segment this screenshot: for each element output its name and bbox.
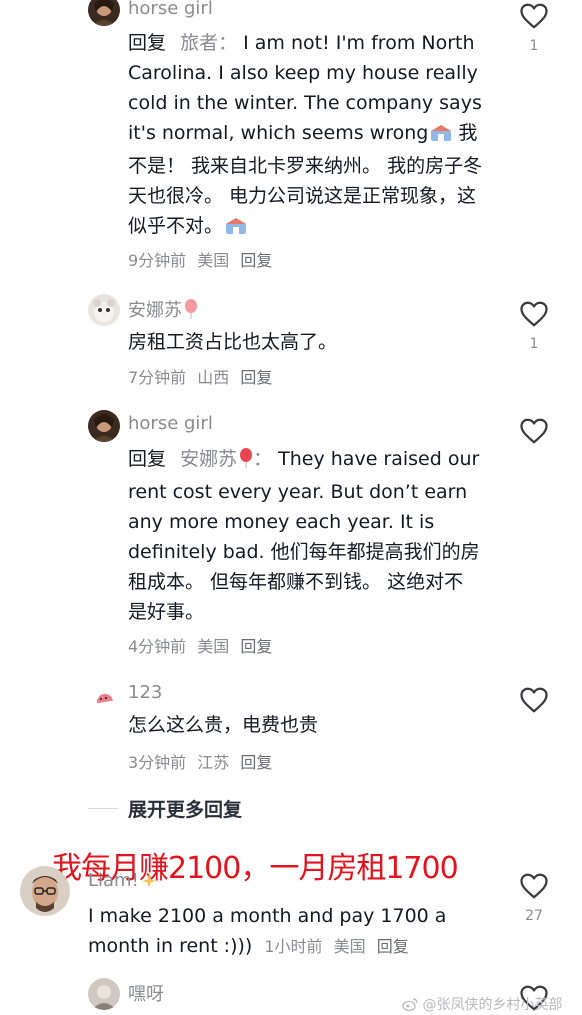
like-button[interactable]	[519, 417, 549, 445]
like-button[interactable]: 27	[519, 872, 549, 924]
divider	[88, 808, 118, 809]
comment-time: 1小时前	[264, 937, 323, 956]
comment-username[interactable]: horse girl	[128, 413, 213, 434]
avatar[interactable]	[88, 978, 120, 1010]
comment-username[interactable]: horse girl	[128, 0, 213, 19]
like-count: 1	[529, 38, 539, 54]
comment-time: 4分钟前	[128, 637, 187, 656]
reply-target[interactable]: 安娜苏：	[180, 448, 272, 470]
comment-meta: 7分钟前 山西 回复	[128, 364, 278, 388]
watermark: @张凤侠的乡村小英部	[402, 994, 562, 1015]
comment-meta: 9分钟前 美国 回复	[128, 247, 278, 271]
comment-location: 江苏	[197, 753, 230, 772]
expand-replies-button[interactable]: 展开更多回复	[128, 795, 242, 822]
balloon-icon	[184, 299, 198, 324]
like-count: 27	[525, 908, 543, 924]
avatar[interactable]	[88, 294, 120, 326]
like-button[interactable]: 1	[519, 300, 549, 352]
reply-button[interactable]: 回复	[240, 251, 272, 270]
heart-icon	[520, 301, 548, 327]
avatar[interactable]	[88, 680, 120, 712]
comment-text: 怎么这么贵，电费也贵	[128, 714, 319, 736]
reply-button[interactable]: 回复	[377, 937, 409, 956]
comment-username[interactable]: 安娜苏	[128, 296, 198, 324]
reply-button[interactable]: 回复	[240, 637, 272, 656]
reply-word: 回复	[128, 32, 167, 54]
avatar[interactable]	[20, 866, 70, 916]
emoji-icon	[225, 214, 247, 244]
reply-button[interactable]: 回复	[240, 753, 272, 772]
weibo-icon	[402, 997, 418, 1015]
comment-meta: 3分钟前 江苏 回复	[128, 749, 278, 773]
sparkle-icon	[141, 873, 157, 894]
balloon-icon	[239, 447, 253, 477]
reply-word: 回复	[128, 448, 167, 470]
like-count: 1	[529, 336, 539, 352]
comment-location: 山西	[197, 368, 230, 387]
comment-text: 回复 旅者： I am not! I'm from North Carolina…	[128, 28, 488, 244]
comment-username[interactable]: 123	[128, 682, 162, 703]
comment-meta: 4分钟前 美国 回复	[128, 633, 278, 657]
comment-time: 7分钟前	[128, 368, 187, 387]
comment-body: They have raised our rent cost every yea…	[128, 448, 480, 623]
heart-icon	[520, 687, 548, 713]
comment-text: I make 2100 a month and pay 1700 a month…	[88, 901, 468, 962]
comment-location: 美国	[333, 937, 366, 956]
heart-icon	[520, 873, 548, 899]
comment-location: 美国	[197, 251, 230, 270]
comment-meta: 1小时前 美国 回复	[264, 937, 414, 956]
comment-time: 9分钟前	[128, 251, 187, 270]
comment-username[interactable]: 嘿呀	[128, 980, 164, 1006]
reply-button[interactable]: 回复	[240, 368, 272, 387]
like-button[interactable]: 1	[519, 2, 549, 54]
heart-icon	[520, 418, 548, 444]
comment-location: 美国	[197, 637, 230, 656]
comment-text: 回复 安娜苏： They have raised our rent cost e…	[128, 444, 480, 627]
comment-time: 3分钟前	[128, 753, 187, 772]
avatar[interactable]	[88, 0, 120, 26]
like-button[interactable]	[519, 686, 549, 714]
avatar[interactable]	[88, 410, 120, 442]
reply-target[interactable]: 旅者：	[180, 32, 237, 54]
comment-username[interactable]: Liam!	[88, 870, 157, 894]
emoji-icon	[430, 121, 452, 151]
comment-text: 房租工资占比也太高了。	[128, 331, 338, 353]
heart-icon	[520, 3, 548, 29]
